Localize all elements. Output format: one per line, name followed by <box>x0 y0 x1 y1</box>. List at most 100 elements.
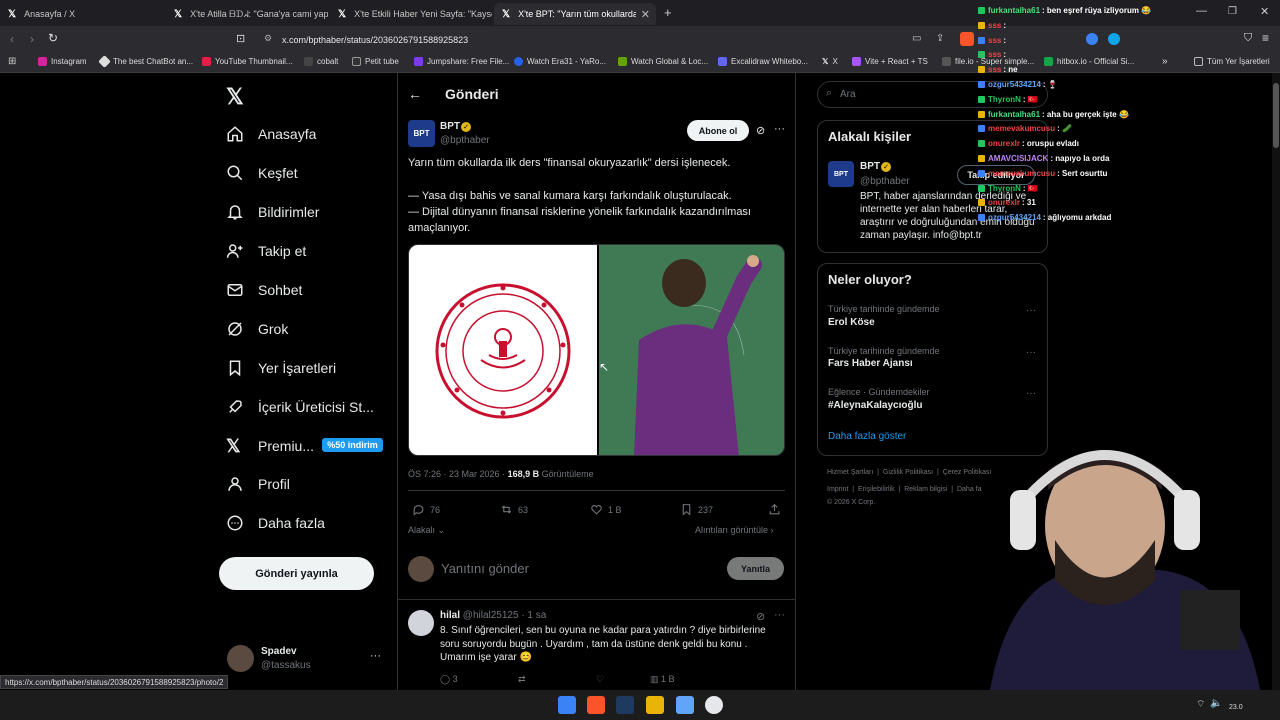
grok-icon[interactable]: ⊘ <box>756 124 765 137</box>
related-name[interactable]: BPT <box>860 161 880 172</box>
footer-link[interactable]: Hizmet Şartları <box>827 469 873 476</box>
steam-icon[interactable] <box>616 696 634 714</box>
reply-author-avatar[interactable] <box>408 610 434 636</box>
bookmark[interactable]: The best ChatBot an... <box>98 55 193 68</box>
bookmark[interactable]: Watch Global & Loc... <box>618 57 708 66</box>
trend-name[interactable]: Erol Köse <box>828 317 875 328</box>
trend-name[interactable]: #AleynaKalaycıoğlu <box>828 400 922 411</box>
forward-icon[interactable]: › <box>30 32 34 46</box>
menu-icon[interactable]: ≡ <box>1262 31 1269 45</box>
x-logo-icon[interactable]: 𝕏 <box>226 84 244 110</box>
bookmark[interactable]: cobalt <box>304 57 338 66</box>
extension-icon[interactable] <box>1108 33 1120 45</box>
show-more-link[interactable]: Daha fazla göster <box>828 431 906 442</box>
view-quotes-link[interactable]: Alıntıları görüntüle › <box>695 525 774 535</box>
nav-grok[interactable]: Grok <box>226 317 288 341</box>
reply-button[interactable]: Yanıtla <box>727 557 784 580</box>
footer-link[interactable]: Erişilebilirlik <box>858 486 895 493</box>
volume-icon[interactable]: 🔈 <box>1210 698 1222 709</box>
obs-icon[interactable] <box>705 696 723 714</box>
nav-follow[interactable]: Takip et <box>226 239 306 263</box>
bookmark-instagram[interactable]: Instagram <box>38 57 87 66</box>
bookmark[interactable]: Petit tube <box>352 57 399 66</box>
share-icon[interactable]: ⇪ <box>936 33 944 44</box>
nav-profile[interactable]: Profil <box>226 472 290 496</box>
cast-icon[interactable]: ▭ <box>912 33 921 44</box>
more-icon[interactable]: ··· <box>774 609 785 621</box>
reply-like-icon[interactable]: ♡ <box>596 674 604 685</box>
reload-icon[interactable]: ↻ <box>48 31 58 45</box>
browser-tab[interactable]: 𝕏 Anasayfa / X <box>0 3 162 25</box>
browser-tab[interactable]: 𝕏 X'te Atilla ᗷᗪᖽ: "Gana'ya cami yapma <box>166 3 328 25</box>
reply-input[interactable]: Yanıtını gönder <box>441 561 529 576</box>
bookmark-action[interactable]: 237 <box>680 503 713 516</box>
post-media[interactable] <box>408 244 785 456</box>
nav-home[interactable]: Anasayfa <box>226 122 316 146</box>
file-explorer-icon[interactable] <box>646 696 664 714</box>
nav-premium[interactable]: 𝕏 Premiu... <box>226 434 314 458</box>
nav-creator-studio[interactable]: İçerik Üreticisi St... <box>226 395 374 419</box>
related-dropdown[interactable]: Alakalı ⌄ <box>408 525 445 536</box>
bookmark[interactable]: Jumpshare: Free File... <box>414 57 509 66</box>
site-info-icon[interactable]: ⚙ <box>264 33 272 44</box>
bookmark[interactable]: 𝕏X <box>822 57 838 66</box>
more-bookmarks-icon[interactable]: » <box>1162 56 1168 67</box>
teacher-image[interactable] <box>599 245 784 455</box>
more-icon[interactable]: ··· <box>774 123 785 135</box>
related-avatar[interactable]: BPT <box>828 161 854 187</box>
like-action[interactable]: 1 B <box>590 503 622 516</box>
browser-tab[interactable]: 𝕏 X'te Etkili Haber Yeni Sayfa: "Kayseri <box>330 3 492 25</box>
shield-icon[interactable]: ⛉ <box>1244 32 1252 45</box>
trend-more-icon[interactable]: ··· <box>1026 305 1036 316</box>
bookmark-page-icon[interactable]: ⊡ <box>236 32 245 45</box>
back-icon[interactable]: ‹ <box>10 32 14 46</box>
reply-views[interactable]: ▥ 1 B <box>650 674 675 685</box>
author-name[interactable]: BPT <box>440 121 460 132</box>
nav-notifications[interactable]: Bildirimler <box>226 200 319 224</box>
nav-bookmarks[interactable]: Yer İşaretleri <box>226 356 336 380</box>
bookmark[interactable]: hitbox.io - Official Si... <box>1044 57 1134 66</box>
account-menu-icon[interactable]: ··· <box>370 650 381 662</box>
extension-icon[interactable] <box>1086 33 1098 45</box>
bookmark[interactable]: YouTube Thumbnail... <box>202 57 293 66</box>
reply-action[interactable]: 76 <box>412 503 440 516</box>
back-arrow-icon[interactable]: ← <box>408 86 422 102</box>
bookmark[interactable]: Watch Era31 - YaRo... <box>514 57 606 66</box>
subscribe-button[interactable]: Abone ol <box>687 120 749 141</box>
reply-reply-action[interactable]: ◯ 3 <box>440 674 458 685</box>
apps-grid-icon[interactable]: ⊞ <box>8 56 16 67</box>
repost-action[interactable]: 63 <box>500 503 528 516</box>
all-bookmarks[interactable]: Tüm Yer İşaretleri <box>1194 57 1270 66</box>
minimize-icon[interactable]: — <box>1196 5 1207 17</box>
close-window-icon[interactable]: ✕ <box>1260 5 1269 18</box>
bookmark[interactable]: Vite + React + TS <box>852 57 928 66</box>
trend-more-icon[interactable]: ··· <box>1026 347 1036 358</box>
new-tab-button[interactable]: + <box>664 5 672 20</box>
post-button[interactable]: Gönderi yayınla <box>219 557 374 590</box>
photos-icon[interactable] <box>676 696 694 714</box>
address-bar[interactable]: ⚙ x.com/bpthaber/status/2036026791588925… <box>256 30 976 49</box>
grok-icon[interactable]: ⊘ <box>756 610 765 623</box>
network-icon[interactable]: ⌔ <box>1196 698 1205 711</box>
bookmark[interactable]: Excalidraw Whitebo... <box>718 57 808 66</box>
share-action[interactable] <box>768 503 786 516</box>
footer-link[interactable]: Gizlilik Politikası <box>883 469 933 476</box>
windows-start-icon[interactable] <box>558 696 576 714</box>
nav-explore[interactable]: Keşfet <box>226 161 298 185</box>
profile-icon <box>228 477 242 491</box>
meb-logo-image[interactable] <box>409 245 597 455</box>
avatar[interactable] <box>227 645 254 672</box>
reply-repost-icon[interactable]: ⇄ <box>518 674 526 685</box>
browser-tab-active[interactable]: 𝕏 X'te BPT: "Yarın tüm okullarda ilk ✕ <box>494 3 656 25</box>
nav-messages[interactable]: Sohbet <box>226 278 302 302</box>
trend-more-icon[interactable]: ··· <box>1026 388 1036 399</box>
reply-author-name[interactable]: hilal <box>440 610 460 621</box>
close-tab-icon[interactable]: ✕ <box>641 8 650 21</box>
brave-browser-icon[interactable] <box>587 696 605 714</box>
maximize-icon[interactable]: ❐ <box>1228 6 1237 17</box>
trend-name[interactable]: Fars Haber Ajansı <box>828 358 913 369</box>
nav-more[interactable]: Daha fazla <box>226 511 325 535</box>
author-avatar[interactable]: BPT <box>408 120 435 147</box>
footer-link[interactable]: Imprint <box>827 486 848 493</box>
scrollbar-thumb[interactable] <box>1273 83 1279 148</box>
